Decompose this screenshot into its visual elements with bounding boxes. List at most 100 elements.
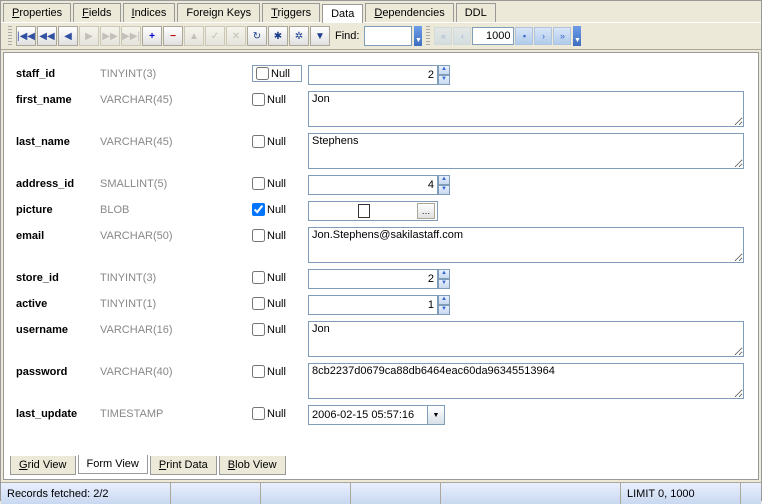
field-type: BLOB — [100, 201, 129, 216]
null-cell: Null — [252, 269, 302, 284]
null-cell: Null — [252, 405, 302, 420]
field-row-password: password VARCHAR(40) Null — [16, 363, 746, 401]
delete-record-icon[interactable]: − — [163, 26, 183, 46]
pager-prev-icon[interactable]: ‹ — [453, 27, 471, 45]
find-drop-icon[interactable]: ▼ — [414, 26, 422, 46]
null-checkbox[interactable] — [252, 135, 265, 148]
tab-triggers[interactable]: Triggers — [262, 3, 320, 22]
value-input[interactable] — [308, 405, 428, 425]
spin-down-icon[interactable]: ▼ — [438, 279, 450, 289]
toolbar-grip — [8, 26, 12, 46]
next-record-icon[interactable]: ▶ — [79, 26, 99, 46]
tab-form-view[interactable]: Form View — [78, 455, 148, 474]
null-cell: Null — [252, 295, 302, 310]
field-name: password — [16, 363, 96, 378]
field-row-username: username VARCHAR(16) Null — [16, 321, 746, 359]
value-input[interactable] — [308, 227, 744, 263]
filter-icon[interactable]: ▼ — [310, 26, 330, 46]
tabs-top: Properties Fields Indices Foreign Keys T… — [1, 1, 761, 22]
field-row-store-id: store_id TINYINT(3) Null ▲▼ — [16, 269, 746, 291]
last-record-icon[interactable]: ▶▶| — [121, 26, 141, 46]
form-area: staff_id TINYINT(3) Null ▲▼ first_name V… — [8, 61, 754, 435]
goto-bookmark-icon[interactable]: ✲ — [289, 26, 309, 46]
tab-foreign-keys[interactable]: Foreign Keys — [177, 3, 260, 22]
tab-properties[interactable]: Properties — [3, 3, 71, 22]
spin-down-icon[interactable]: ▼ — [438, 185, 450, 195]
pager-first-icon[interactable]: « — [434, 27, 452, 45]
insert-record-icon[interactable]: + — [142, 26, 162, 46]
spin-up-icon[interactable]: ▲ — [438, 295, 450, 305]
null-cell: Null — [252, 65, 302, 82]
refresh-icon[interactable]: ↻ — [247, 26, 267, 46]
field-name: last_update — [16, 405, 96, 420]
content-panel: staff_id TINYINT(3) Null ▲▼ first_name V… — [3, 52, 759, 480]
value-input[interactable] — [308, 269, 438, 289]
null-checkbox[interactable] — [252, 323, 265, 336]
cancel-icon[interactable]: ✕ — [226, 26, 246, 46]
spin-down-icon[interactable]: ▼ — [438, 305, 450, 315]
pager-drop-icon[interactable]: ▼ — [573, 26, 581, 46]
tab-data[interactable]: Data — [322, 4, 363, 23]
null-checkbox[interactable] — [252, 365, 265, 378]
null-cell: Null — [252, 201, 302, 216]
null-checkbox[interactable] — [252, 407, 265, 420]
find-input[interactable] — [364, 26, 412, 46]
first-record-icon[interactable]: |◀◀ — [16, 26, 36, 46]
tab-indices[interactable]: Indices — [123, 3, 176, 22]
toolbar: |◀◀ ◀◀ ◀ ▶ ▶▶ ▶▶| + − ▲ ✓ ✕ ↻ ✱ ✲ ▼ Find… — [1, 22, 761, 50]
field-type: VARCHAR(40) — [100, 363, 173, 378]
pager-last-icon[interactable]: » — [553, 27, 571, 45]
pager-edit-icon[interactable]: ▪ — [515, 27, 533, 45]
spin-up-icon[interactable]: ▲ — [438, 269, 450, 279]
null-checkbox[interactable] — [252, 229, 265, 242]
field-type: TINYINT(3) — [100, 65, 156, 80]
value-input[interactable] — [308, 65, 438, 85]
value-input[interactable] — [308, 295, 438, 315]
field-name: username — [16, 321, 96, 336]
null-cell: Null — [252, 363, 302, 378]
value-input[interactable] — [308, 91, 744, 127]
null-cell: Null — [252, 133, 302, 148]
field-name: first_name — [16, 91, 96, 106]
spin-up-icon[interactable]: ▲ — [438, 65, 450, 75]
tab-print-data[interactable]: Print Data — [150, 456, 217, 475]
null-checkbox[interactable] — [252, 93, 265, 106]
null-checkbox[interactable] — [252, 271, 265, 284]
calendar-drop-icon[interactable]: ▼ — [427, 405, 445, 425]
tab-ddl[interactable]: DDL — [456, 3, 496, 22]
value-input[interactable] — [308, 363, 744, 399]
toolbar-grip-2 — [426, 26, 430, 46]
tab-fields[interactable]: Fields — [73, 3, 120, 22]
field-row-last-name: last_name VARCHAR(45) Null — [16, 133, 746, 171]
spin-up-icon[interactable]: ▲ — [438, 175, 450, 185]
null-checkbox[interactable] — [252, 177, 265, 190]
null-cell: Null — [252, 321, 302, 336]
null-checkbox[interactable] — [252, 203, 265, 216]
field-type: TIMESTAMP — [100, 405, 163, 420]
null-checkbox[interactable] — [252, 297, 265, 310]
prev-page-icon[interactable]: ◀◀ — [37, 26, 57, 46]
spin-down-icon[interactable]: ▼ — [438, 75, 450, 85]
field-type: SMALLINT(5) — [100, 175, 167, 190]
tab-grid-view[interactable]: Grid View — [10, 456, 76, 475]
tab-dependencies[interactable]: Dependencies — [365, 3, 453, 22]
field-name: store_id — [16, 269, 96, 284]
browse-button[interactable]: … — [417, 203, 435, 219]
bookmark-icon[interactable]: ✱ — [268, 26, 288, 46]
field-type: VARCHAR(45) — [100, 133, 173, 148]
pager-input[interactable] — [472, 27, 514, 45]
value-input[interactable] — [308, 321, 744, 357]
null-cell: Null — [252, 91, 302, 106]
value-input[interactable] — [308, 133, 744, 169]
pager-next-icon[interactable]: › — [534, 27, 552, 45]
null-cell: Null — [252, 175, 302, 190]
commit-icon[interactable]: ✓ — [205, 26, 225, 46]
prev-record-icon[interactable]: ◀ — [58, 26, 78, 46]
value-input[interactable] — [308, 175, 438, 195]
null-checkbox[interactable] — [256, 67, 269, 80]
field-row-address-id: address_id SMALLINT(5) Null ▲▼ — [16, 175, 746, 197]
field-name: email — [16, 227, 96, 242]
tab-blob-view[interactable]: Blob View — [219, 456, 286, 475]
edit-record-icon[interactable]: ▲ — [184, 26, 204, 46]
next-page-icon[interactable]: ▶▶ — [100, 26, 120, 46]
